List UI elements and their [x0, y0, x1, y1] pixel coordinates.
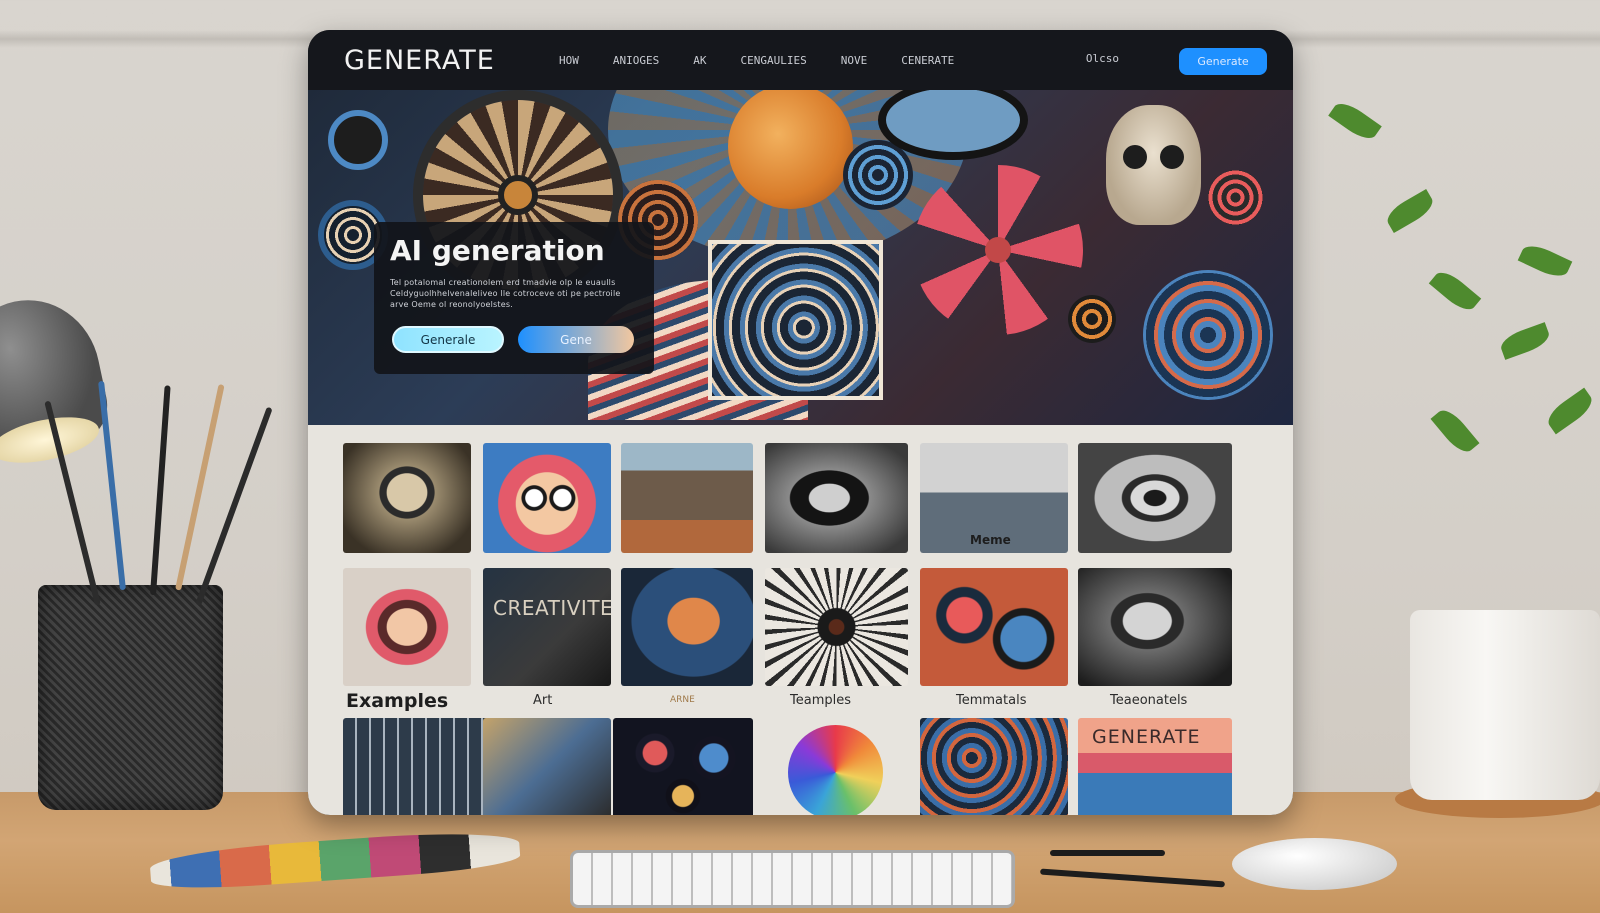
gallery-tile-circles[interactable] [613, 718, 753, 815]
gallery-tile-architecture[interactable] [343, 718, 491, 815]
hero-artwork-wheel-center [498, 175, 538, 215]
gallery-tile-burst[interactable] [765, 568, 908, 686]
gallery-tile-memes[interactable]: Meme [920, 443, 1068, 553]
gallery-tile-portrait[interactable] [343, 443, 471, 553]
gallery-tile-creative[interactable]: CREATIVITE [483, 568, 611, 686]
nav-item-olcso[interactable]: Olcso [1086, 52, 1119, 65]
nav-item-anioges[interactable]: ANIOGES [613, 54, 659, 67]
nav-item-ak[interactable]: AK [693, 54, 706, 67]
keyboard [570, 850, 1015, 908]
hero-artwork-circle [1208, 170, 1263, 225]
pencil [1050, 850, 1165, 856]
hero-button-group: Generale Gene [392, 326, 634, 353]
nav-item-how[interactable]: HOW [559, 54, 579, 67]
gallery-generate-text: GENERATE [1092, 726, 1201, 748]
nav-item-cengaulies[interactable]: CENGAULIES [740, 54, 806, 67]
gallery-tile-color-wheel[interactable] [788, 725, 883, 815]
gallery-tile-building[interactable] [621, 443, 753, 553]
gallery-tile-eye[interactable] [1078, 443, 1232, 553]
example-gallery: Meme CREATIVITE Examples Art ARNE Teampl… [308, 425, 1293, 815]
gallery-tile-memes-label: Meme [970, 533, 1011, 547]
gallery-tile-swirls[interactable] [920, 718, 1068, 815]
plant-pot [1410, 610, 1600, 800]
gallery-creative-text: CREATIVITE [493, 596, 611, 620]
hero-title: AI generation [390, 234, 605, 267]
hero-artwork-circle [1068, 295, 1116, 343]
plant-leaf [1382, 188, 1438, 234]
label-teaeonatels: Teaeonatels [1110, 693, 1188, 708]
top-navbar: GENERATE HOW ANIOGES AK CENGAULIES NOVE … [308, 30, 1293, 90]
hero-artwork-skull-eye [1123, 145, 1147, 169]
hero-artwork-flower-center [985, 237, 1011, 263]
gallery-tile-man-portrait[interactable] [1078, 568, 1232, 686]
hero-card: AI generation Tel potalomal creationolem… [374, 222, 654, 374]
hero-artwork-skull [1106, 105, 1201, 225]
plant-leaf [1517, 240, 1573, 282]
nav-item-cenerate[interactable]: CENERATE [901, 54, 954, 67]
plant-leaf [1543, 387, 1597, 435]
label-arne: ARNE [670, 695, 695, 705]
gallery-tile-abstract-face[interactable] [920, 568, 1068, 686]
hero-description: Tel potalomal creationolem erd tmadvie o… [390, 278, 621, 309]
hero-artwork-skull-eye [1160, 145, 1184, 169]
plant-leaf [1497, 322, 1553, 360]
nav-item-nove[interactable]: NOVE [841, 54, 868, 67]
generate-cta-button[interactable]: Generate [1179, 48, 1267, 75]
plant-leaf [1328, 97, 1382, 145]
gallery-tile-hat-man[interactable] [765, 443, 908, 553]
hero-artwork-circle [328, 110, 388, 170]
monitor-screen: GENERATE HOW ANIOGES AK CENGAULIES NOVE … [308, 30, 1293, 815]
label-examples: Examples [346, 690, 449, 712]
generate-secondary-button[interactable]: Gene [518, 326, 634, 353]
hero-artwork-spiral [708, 240, 883, 400]
hero-banner: AI generation Tel potalomal creationolem… [308, 90, 1293, 425]
gallery-tile-generate-landscape[interactable]: GENERATE [1078, 718, 1232, 815]
logo[interactable]: GENERATE [344, 45, 559, 76]
pen-holder [38, 585, 223, 810]
pencil [98, 380, 126, 591]
gallery-tile-street[interactable] [483, 718, 611, 815]
generate-primary-button[interactable]: Generale [392, 326, 504, 353]
hero-artwork-circle [1143, 270, 1273, 400]
plant-leaf [1430, 404, 1480, 458]
gallery-tile-glasses-girl[interactable] [483, 443, 611, 553]
label-teamples: Teamples [790, 693, 851, 708]
label-temmatals: Temmatals [956, 693, 1027, 708]
plant-leaf [1428, 266, 1482, 316]
gallery-tile-flower-woman[interactable] [343, 568, 471, 686]
pencil [150, 385, 171, 596]
gallery-tile-fish[interactable] [621, 568, 753, 686]
label-art: Art [533, 693, 553, 708]
hero-artwork-circle [843, 140, 913, 210]
computer-mouse [1232, 838, 1397, 890]
